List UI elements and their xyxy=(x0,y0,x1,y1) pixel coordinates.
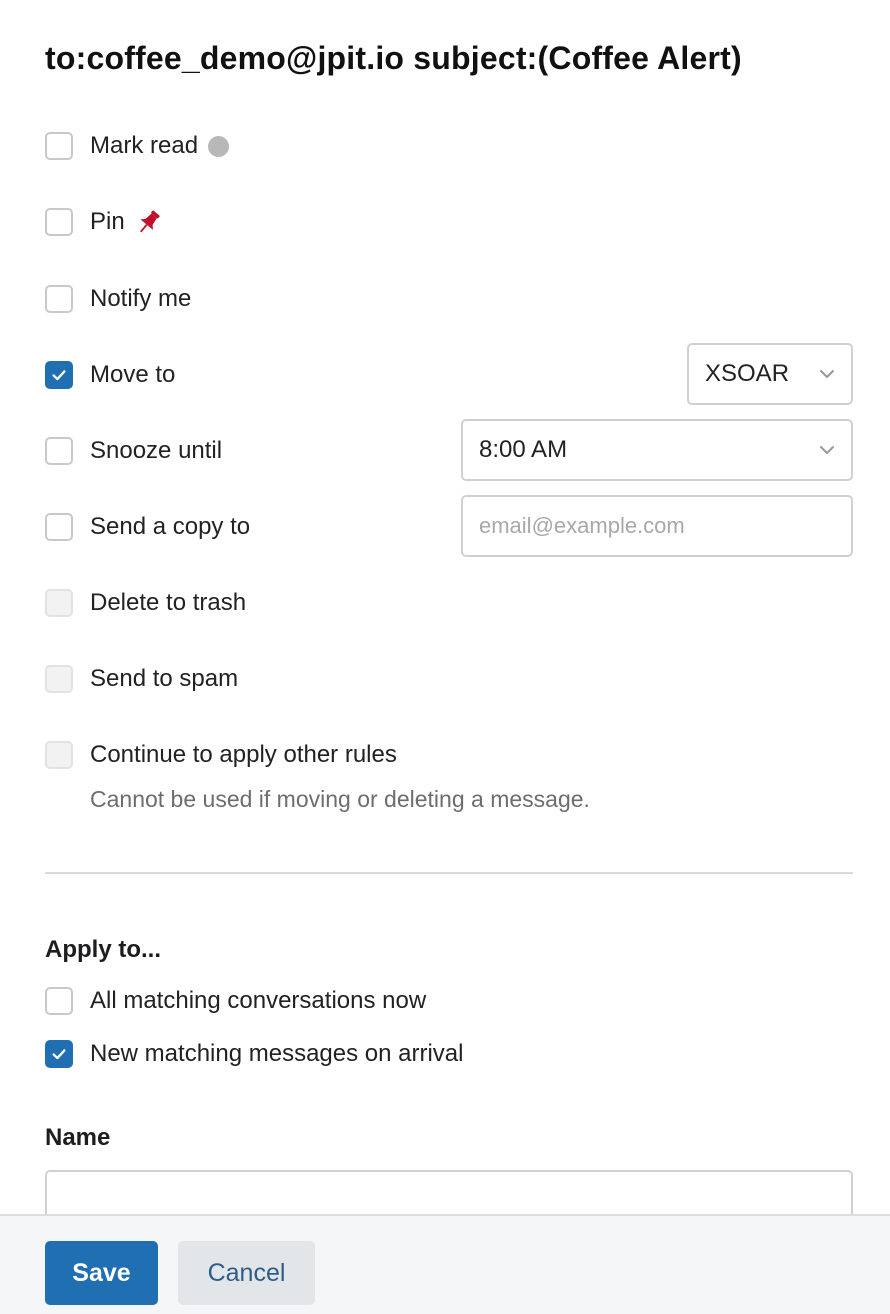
mark-read-checkbox[interactable] xyxy=(45,132,73,160)
chevron-down-icon xyxy=(820,446,834,454)
cancel-button[interactable]: Cancel xyxy=(178,1241,315,1305)
continue-row[interactable]: Continue to apply other rules xyxy=(45,740,397,770)
send-copy-row[interactable]: Send a copy to xyxy=(45,512,250,542)
save-button[interactable]: Save xyxy=(45,1241,158,1305)
snooze-time-select[interactable]: 8:00 AM xyxy=(461,419,853,481)
folder-select[interactable]: XSOAR xyxy=(687,343,853,405)
mark-read-row[interactable]: Mark read xyxy=(45,131,230,161)
snooze-checkbox[interactable] xyxy=(45,437,73,465)
apply-to-title: Apply to... xyxy=(45,936,161,963)
chevron-down-icon xyxy=(820,370,834,378)
pin-checkbox[interactable] xyxy=(45,208,73,236)
continue-checkbox[interactable] xyxy=(45,741,73,769)
mark-read-label: Mark read xyxy=(90,132,199,159)
move-to-label: Move to xyxy=(90,361,176,388)
delete-row[interactable]: Delete to trash xyxy=(45,588,246,618)
check-icon xyxy=(52,370,66,381)
filter-rule-dialog: to:coffee_demo@jpit.io subject:(Coffee A… xyxy=(0,0,890,1314)
check-icon xyxy=(52,1049,66,1060)
name-label: Name xyxy=(45,1124,111,1151)
move-to-row[interactable]: Move to xyxy=(45,360,175,390)
divider xyxy=(45,872,853,874)
apply-new-row[interactable]: New matching messages on arrival xyxy=(45,1039,464,1069)
delete-label: Delete to trash xyxy=(90,589,247,616)
apply-all-checkbox[interactable] xyxy=(45,987,73,1015)
folder-select-value: XSOAR xyxy=(705,360,790,387)
spam-row[interactable]: Send to spam xyxy=(45,664,238,694)
apply-all-row[interactable]: All matching conversations now xyxy=(45,986,426,1016)
snooze-row[interactable]: Snooze until xyxy=(45,436,222,466)
pin-row[interactable]: Pin xyxy=(45,207,163,237)
move-to-checkbox[interactable] xyxy=(45,361,73,389)
notify-row[interactable]: Notify me xyxy=(45,284,191,314)
notify-checkbox[interactable] xyxy=(45,285,73,313)
apply-new-label: New matching messages on arrival xyxy=(90,1040,464,1067)
continue-hint: Cannot be used if moving or deleting a m… xyxy=(90,786,590,812)
apply-all-label: All matching conversations now xyxy=(90,987,427,1014)
snooze-label: Snooze until xyxy=(90,437,223,464)
apply-new-checkbox[interactable] xyxy=(45,1040,73,1068)
continue-label: Continue to apply other rules xyxy=(90,741,397,768)
copy-email-input[interactable] xyxy=(461,495,853,557)
send-copy-checkbox[interactable] xyxy=(45,513,73,541)
page-title: to:coffee_demo@jpit.io subject:(Coffee A… xyxy=(45,40,742,76)
grey-dot-icon xyxy=(208,135,230,157)
pin-icon xyxy=(135,208,163,236)
spam-checkbox[interactable] xyxy=(45,665,73,693)
spam-label: Send to spam xyxy=(90,665,239,692)
snooze-time-value: 8:00 AM xyxy=(479,436,568,463)
delete-checkbox[interactable] xyxy=(45,589,73,617)
notify-label: Notify me xyxy=(90,285,192,312)
dialog-footer: Save Cancel xyxy=(0,1214,890,1314)
send-copy-label: Send a copy to xyxy=(90,513,251,540)
pin-label: Pin xyxy=(90,208,125,235)
